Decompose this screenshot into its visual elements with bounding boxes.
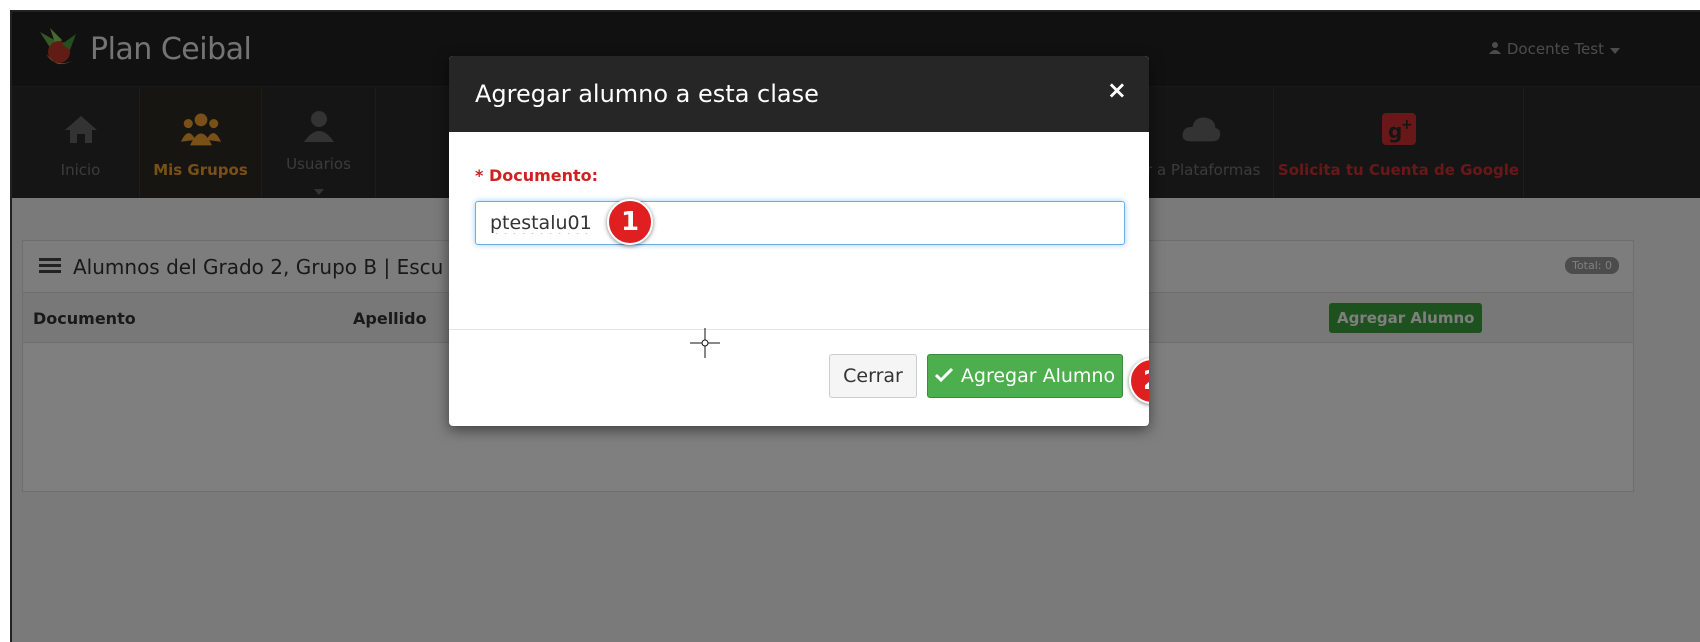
- add-student-modal: Agregar alumno a esta clase × * Document…: [449, 56, 1149, 426]
- documento-input[interactable]: [475, 201, 1125, 245]
- agregar-alumno-button[interactable]: Agregar Alumno: [927, 354, 1123, 398]
- step-badge-1: 1: [607, 199, 653, 245]
- documento-input-wrap: 1: [475, 199, 1125, 245]
- modal-body: * Documento: 1: [449, 132, 1149, 330]
- documento-label: * Documento:: [475, 166, 599, 185]
- app-window: Plan Ceibal Docente Test Inicio Mis Grup…: [10, 10, 1700, 642]
- step-badge-2: 2: [1129, 358, 1149, 404]
- checkmark-icon: [934, 365, 953, 387]
- close-icon[interactable]: ×: [1107, 76, 1127, 104]
- modal-footer: Cerrar Agregar Alumno 2: [449, 330, 1149, 426]
- crosshair-cursor-icon: [690, 328, 720, 358]
- modal-header: Agregar alumno a esta clase ×: [449, 56, 1149, 132]
- agregar-alumno-label: Agregar Alumno: [960, 365, 1116, 387]
- cerrar-button[interactable]: Cerrar: [829, 354, 917, 398]
- modal-title: Agregar alumno a esta clase: [475, 80, 819, 108]
